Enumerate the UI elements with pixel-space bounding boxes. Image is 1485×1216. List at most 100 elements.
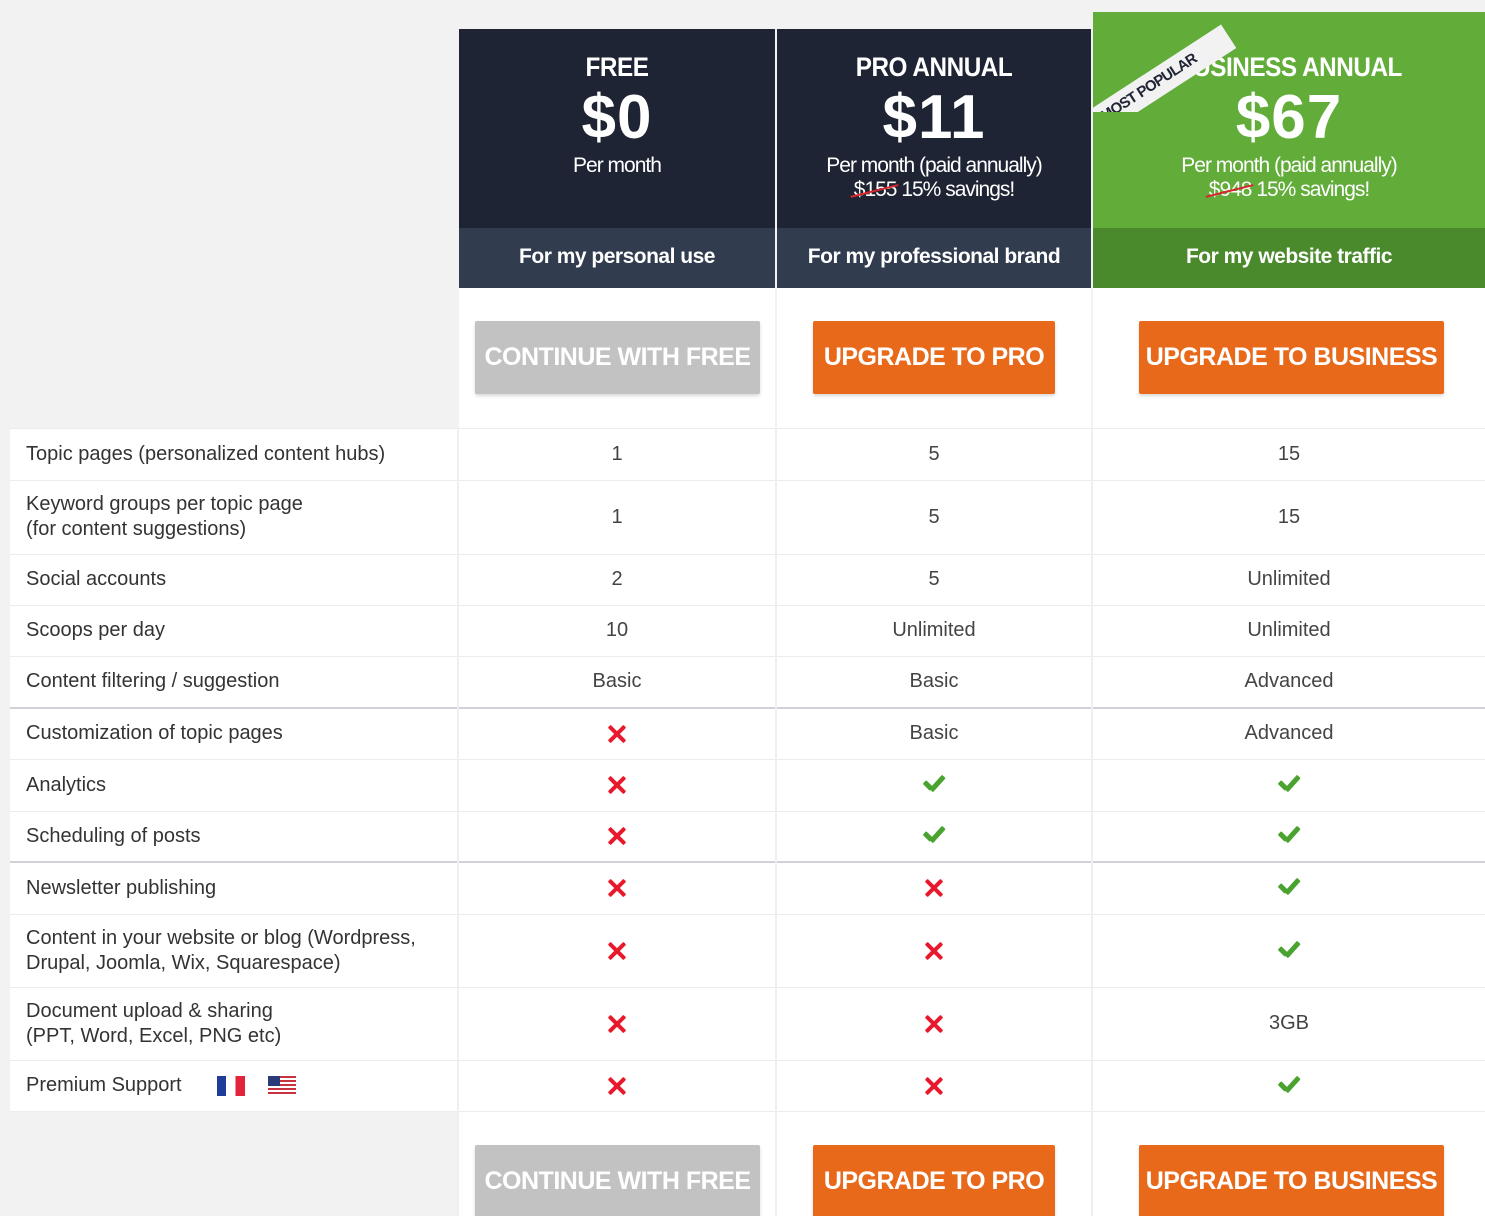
row-divider (10, 811, 1485, 812)
plan-price: $0 (581, 83, 653, 152)
row-divider (10, 554, 1485, 555)
row-divider (10, 605, 1485, 606)
upgrade-pro-button-top[interactable]: UPGRADE TO PRO (813, 321, 1055, 394)
included-icon (777, 826, 1091, 846)
feature-label: Topic pages (personalized content hubs) (26, 442, 386, 465)
feature-value: 15 (1277, 442, 1301, 465)
plan-name: FREE (585, 52, 649, 82)
checkmark-icon (921, 826, 947, 846)
feature-value: 5 (928, 505, 940, 528)
included-icon (1093, 941, 1485, 961)
cross-icon (924, 941, 944, 961)
cross-icon (607, 878, 627, 898)
cross-icon (607, 941, 627, 961)
not-included-icon (459, 1014, 775, 1034)
feature-value: Basic (592, 670, 642, 692)
row-divider (10, 1060, 1485, 1061)
feature-value: 10 (605, 619, 629, 641)
cross-icon (607, 775, 627, 795)
savings-text: 15% savings! (901, 178, 1015, 201)
checkmark-icon (1276, 878, 1302, 898)
continue-free-button-top[interactable]: CONTINUE WITH FREE (475, 321, 760, 394)
cross-icon (607, 724, 627, 744)
feature-label: Content in your website or blog (Wordpre… (26, 926, 416, 974)
feature-label: Content filtering / suggestion (26, 670, 280, 692)
plan-name: PRO ANNUAL (855, 52, 1013, 82)
feature-value: 15 (1277, 505, 1301, 528)
feature-value: 1 (611, 505, 623, 528)
not-included-icon (459, 775, 775, 795)
checkmark-icon (1276, 941, 1302, 961)
column-separator (457, 428, 459, 1216)
cross-icon (607, 826, 627, 846)
cross-icon (924, 1014, 944, 1034)
column-separator (1091, 428, 1093, 1216)
column-separator (775, 428, 777, 1216)
plan-savings: $948 15% savings! (1093, 178, 1485, 202)
plan-tagline: For my website traffic (1093, 228, 1485, 288)
row-divider (10, 1111, 1485, 1112)
row-divider (10, 656, 1485, 657)
feature-value: Basic (909, 722, 959, 744)
not-included-icon (777, 941, 1091, 961)
included-icon (1093, 878, 1485, 898)
free-plan-header: FREE $0 Per month For my personal use (459, 29, 775, 288)
not-included-icon (777, 1014, 1091, 1034)
feature-label: Document upload & sharing (PPT, Word, Ex… (26, 999, 282, 1047)
feature-value: Unlimited (1247, 619, 1331, 641)
feature-value: Advanced (1244, 670, 1334, 692)
row-divider (10, 861, 1485, 863)
row-divider (10, 914, 1485, 915)
usa-flag-canton (268, 1076, 280, 1086)
usa-flag-icon (268, 1076, 296, 1096)
feature-value: Unlimited (1247, 568, 1331, 590)
ribbon-label: MOST POPULAR (1092, 24, 1237, 112)
row-divider (10, 987, 1485, 988)
feature-value: 5 (928, 568, 940, 590)
feature-label: Social accounts (26, 568, 167, 590)
row-divider (10, 759, 1485, 760)
plan-tagline: For my professional brand (777, 228, 1091, 288)
cross-icon (607, 1014, 627, 1034)
feature-value: Basic (909, 670, 959, 692)
checkmark-icon (1276, 1076, 1302, 1096)
upgrade-business-button-top[interactable]: UPGRADE TO BUSINESS (1139, 321, 1444, 394)
feature-value: 3GB (1268, 1012, 1310, 1034)
feature-label: Premium Support (26, 1074, 182, 1096)
checkmark-icon (1276, 775, 1302, 795)
row-divider (10, 707, 1485, 709)
feature-value: 5 (928, 442, 940, 465)
france-flag-icon (217, 1076, 245, 1096)
included-icon (1093, 1076, 1485, 1096)
continue-free-button-bottom[interactable]: CONTINUE WITH FREE (475, 1145, 760, 1216)
checkmark-icon (1276, 826, 1302, 846)
not-included-icon (777, 878, 1091, 898)
most-popular-ribbon: MOST POPULAR (1092, 12, 1262, 112)
feature-label: Scoops per day (26, 619, 165, 641)
not-included-icon (459, 1076, 775, 1096)
feature-label: Analytics (26, 773, 107, 796)
included-icon (1093, 775, 1485, 795)
feature-label: Keyword groups per topic page (for conte… (26, 493, 303, 540)
row-divider (10, 480, 1485, 481)
upgrade-pro-button-bottom[interactable]: UPGRADE TO PRO (813, 1145, 1055, 1216)
plan-period: Per month (573, 154, 662, 177)
pro-plan-header: PRO ANNUAL $11 Per month (paid annually)… (777, 29, 1091, 288)
old-price: $948 (1208, 178, 1253, 201)
feature-value: Unlimited (892, 619, 976, 641)
not-included-icon (459, 941, 775, 961)
plan-period: Per month (paid annually) (826, 154, 1042, 177)
not-included-icon (459, 878, 775, 898)
not-included-icon (459, 826, 775, 846)
not-included-icon (459, 724, 775, 744)
plan-price: $11 (882, 83, 986, 152)
cross-icon (924, 1076, 944, 1096)
feature-label: Scheduling of posts (26, 824, 201, 847)
not-included-icon (777, 1076, 1091, 1096)
upgrade-business-button-bottom[interactable]: UPGRADE TO BUSINESS (1139, 1145, 1444, 1216)
feature-value: 1 (611, 442, 623, 465)
feature-value: Advanced (1244, 722, 1334, 744)
feature-label: Newsletter publishing (26, 876, 217, 899)
plan-savings: $155 15% savings! (777, 178, 1091, 202)
feature-label: Customization of topic pages (26, 722, 283, 744)
